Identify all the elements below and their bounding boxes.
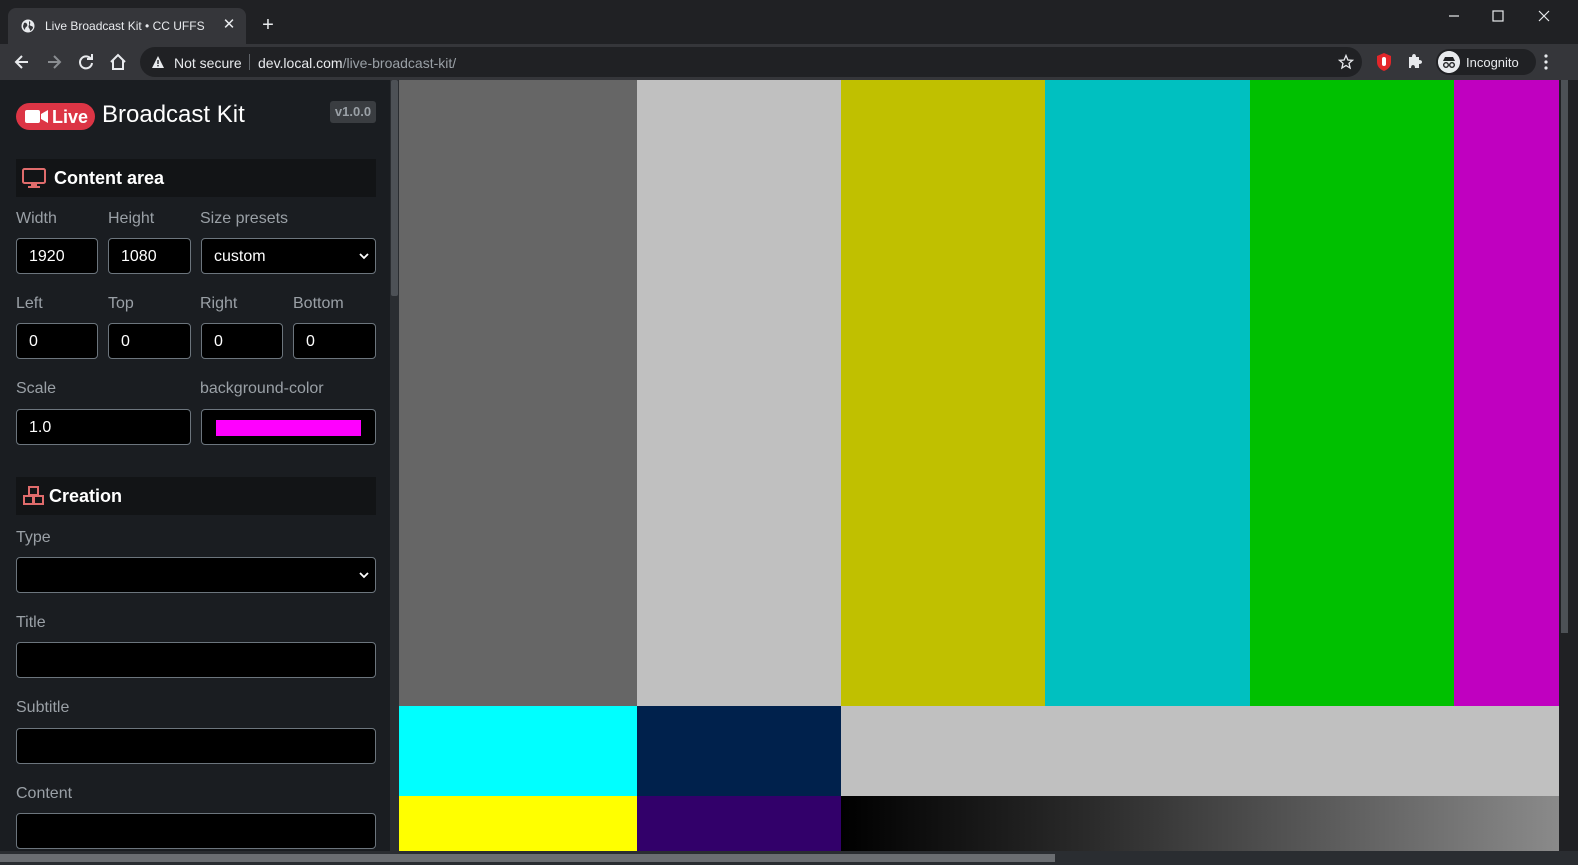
color-block-purple — [637, 796, 841, 851]
horizontal-scrollbar[interactable] — [0, 851, 1578, 865]
color-bar-magenta — [1454, 80, 1559, 706]
browser-toolbar: Not secure dev.local.com/live-broadcast-… — [0, 44, 1578, 80]
reload-icon[interactable] — [76, 52, 96, 72]
left-label: Left — [16, 295, 43, 312]
close-window-icon[interactable] — [1534, 8, 1554, 24]
title-label: Title — [16, 614, 46, 631]
scale-label: Scale — [16, 380, 57, 397]
title-input[interactable] — [16, 642, 376, 678]
top-label: Top — [108, 295, 134, 312]
content-input[interactable] — [16, 813, 376, 849]
address-bar[interactable]: Not secure dev.local.com/live-broadcast-… — [140, 47, 1362, 77]
live-badge-label: Live — [52, 107, 89, 127]
width-value: 1920 — [29, 248, 65, 265]
background-color-label: background-color — [200, 380, 324, 397]
url-text[interactable]: dev.local.com/live-broadcast-kit/ — [258, 55, 456, 71]
color-block-cyan — [399, 706, 637, 796]
left-input[interactable]: 0 — [16, 323, 98, 359]
horizontal-scrollbar-thumb[interactable] — [0, 854, 1055, 862]
minimize-icon[interactable] — [1444, 8, 1464, 24]
bottom-input[interactable]: 0 — [293, 323, 376, 359]
bottom-label: Bottom — [293, 295, 344, 312]
color-bar-yellow — [841, 80, 1045, 706]
color-bar-white — [637, 80, 841, 706]
right-label: Right — [200, 295, 238, 312]
content-label: Content — [16, 785, 73, 802]
color-block-light-gray — [841, 706, 1559, 796]
ublock-extension-icon[interactable] — [1375, 52, 1393, 72]
close-tab-icon[interactable]: ✕ — [220, 16, 238, 34]
page-scrollbar-thumb[interactable] — [1561, 80, 1568, 633]
scale-input[interactable]: 1.0 — [16, 409, 191, 445]
size-presets-select[interactable]: custom — [201, 238, 376, 274]
height-input[interactable]: 1080 — [108, 238, 191, 274]
incognito-profile-button[interactable]: Incognito — [1436, 49, 1536, 75]
size-presets-value: custom — [214, 248, 266, 265]
cubes-icon — [23, 486, 44, 505]
left-value: 0 — [29, 333, 38, 350]
height-label: Height — [108, 210, 155, 227]
maximize-icon[interactable] — [1488, 8, 1508, 24]
content-area-heading: Content area — [16, 159, 376, 197]
color-block-navy — [637, 706, 841, 796]
color-bar-gray — [399, 80, 637, 706]
top-input[interactable]: 0 — [108, 323, 191, 359]
sidebar-scrollbar-thumb[interactable] — [391, 80, 398, 296]
video-camera-icon — [25, 110, 48, 123]
browser-tab[interactable]: Live Broadcast Kit • CC UFFS ✕ — [8, 8, 246, 44]
creation-heading: Creation — [16, 477, 376, 515]
height-value: 1080 — [121, 248, 157, 265]
preview-canvas — [399, 80, 1559, 851]
monitor-icon — [22, 168, 46, 188]
chevron-down-icon — [359, 572, 369, 579]
security-label[interactable]: Not secure — [174, 55, 242, 71]
bookmark-star-icon[interactable] — [1338, 54, 1354, 70]
subtitle-label: Subtitle — [16, 699, 70, 716]
width-label: Width — [16, 210, 57, 227]
grayscale-gradient — [841, 796, 1559, 851]
type-select[interactable] — [16, 557, 376, 593]
omnibox-divider — [249, 54, 250, 70]
url-path: /live-broadcast-kit/ — [342, 55, 457, 71]
warning-icon — [152, 56, 164, 68]
app-title: Broadcast Kit — [102, 101, 245, 128]
live-badge: Live — [16, 103, 95, 130]
subtitle-input[interactable] — [16, 728, 376, 764]
top-value: 0 — [121, 333, 130, 350]
url-host: dev.local.com — [258, 55, 343, 71]
right-input[interactable]: 0 — [201, 323, 283, 359]
new-tab-button[interactable]: + — [258, 15, 278, 35]
creation-title: Creation — [49, 486, 123, 506]
forward-arrow-icon[interactable] — [44, 52, 64, 72]
type-label: Type — [16, 529, 51, 546]
bottom-value: 0 — [306, 333, 315, 350]
globe-icon — [21, 19, 35, 33]
settings-sidebar: Live Broadcast Kit v1.0.0 Content area W… — [0, 80, 390, 860]
page-scrollbar[interactable] — [1559, 80, 1578, 851]
color-bar-cyan — [1045, 80, 1250, 706]
kebab-menu-icon[interactable] — [1540, 52, 1552, 72]
home-icon[interactable] — [108, 52, 128, 72]
size-presets-label: Size presets — [200, 210, 289, 227]
back-arrow-icon[interactable] — [12, 52, 32, 72]
color-block-yellow — [399, 796, 637, 851]
content-area-title: Content area — [54, 168, 165, 188]
version-badge: v1.0.0 — [330, 101, 376, 123]
width-input[interactable]: 1920 — [16, 238, 98, 274]
background-color-swatch — [216, 420, 361, 436]
incognito-icon — [1438, 51, 1460, 73]
extensions-puzzle-icon[interactable] — [1406, 52, 1424, 70]
color-bar-green — [1250, 80, 1454, 706]
scale-value: 1.0 — [29, 419, 52, 436]
background-color-picker[interactable] — [201, 409, 376, 445]
chevron-down-icon — [359, 253, 369, 260]
right-value: 0 — [214, 333, 223, 350]
tab-strip: Live Broadcast Kit • CC UFFS ✕ + — [0, 0, 1578, 44]
incognito-label: Incognito — [1466, 55, 1519, 70]
tab-title: Live Broadcast Kit • CC UFFS — [45, 19, 205, 33]
